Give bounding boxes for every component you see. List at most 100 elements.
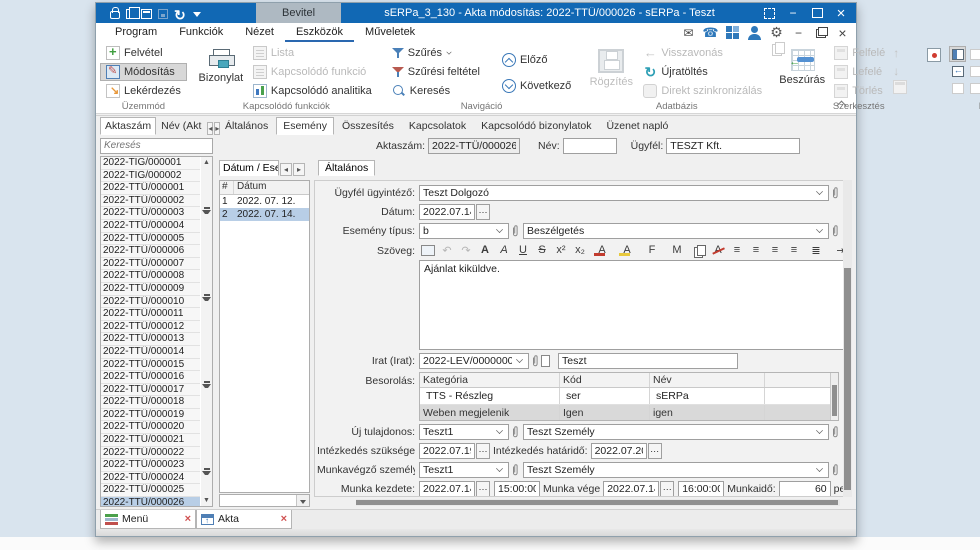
tiles-icon[interactable] <box>725 25 740 40</box>
akta-list-item[interactable]: 2022-TTÜ/000026 <box>101 497 200 506</box>
akta-list-item[interactable]: 2022-TTÜ/000002 <box>101 194 200 208</box>
menu-item[interactable]: Nézet <box>234 23 285 42</box>
scroll-marker-icon[interactable] <box>202 292 211 302</box>
aktaszam-field[interactable] <box>428 138 521 154</box>
tab-scroll-right-icon[interactable] <box>293 163 305 176</box>
editor-tool[interactable]: x₂ <box>571 242 589 258</box>
akta-list-item[interactable]: 2022-TTÜ/000003 <box>101 207 200 220</box>
akta-list-item[interactable]: 2022-TTÜ/000021 <box>101 434 200 447</box>
detail-vertical-scrollbar[interactable] <box>843 180 852 497</box>
document-view-toggle[interactable] <box>967 46 980 62</box>
akta-list-tab[interactable]: Név (Akt <box>156 117 206 135</box>
phone-icon[interactable] <box>703 26 718 40</box>
paperclip-icon[interactable] <box>531 354 539 368</box>
mode-tab[interactable]: Bevitel <box>256 3 342 23</box>
detail-tab[interactable]: Üzenet napló <box>599 117 675 135</box>
akta-list-tab[interactable]: Aktaszám <box>100 117 157 135</box>
intezkedes-datum-field[interactable] <box>420 445 474 457</box>
col-date-header[interactable]: Dátum <box>234 181 309 194</box>
munkaido-field[interactable] <box>779 483 830 495</box>
gear-icon[interactable] <box>769 26 784 40</box>
nev-field[interactable] <box>653 390 764 402</box>
document-minimize-icon[interactable] <box>791 26 806 40</box>
record-marker-icon[interactable] <box>927 48 942 62</box>
lekerdezes-button[interactable]: Lekérdezés <box>100 82 187 100</box>
akta-list-item[interactable]: 2022-TIG/000001 <box>101 157 200 170</box>
paperclip-icon[interactable] <box>831 186 839 200</box>
editor-tool[interactable]: A <box>709 242 727 258</box>
editor-tool[interactable]: ≡ <box>728 242 746 258</box>
uj-tulajdonos-nev-field[interactable] <box>524 426 815 438</box>
editor-tool[interactable] <box>690 242 708 258</box>
felfele-button[interactable]: Felfelé <box>828 44 891 62</box>
irat-field[interactable] <box>420 355 515 367</box>
qat-dropdown-icon[interactable] <box>193 7 201 20</box>
tab-scroll-left-icon[interactable] <box>280 163 292 176</box>
detail-tab[interactable]: Általános <box>218 117 275 135</box>
mail-icon[interactable] <box>681 26 696 40</box>
kod-header[interactable]: Kód <box>560 373 650 387</box>
rogzites-button[interactable]: Rögzítés <box>585 44 637 98</box>
akta-list-item[interactable]: 2022-TTÜ/000011 <box>101 308 200 321</box>
kapcsolodo-analitika-button[interactable]: Kapcsolódó analitika <box>247 82 378 100</box>
scroll-marker-icon[interactable] <box>202 466 211 476</box>
szoveg-textarea[interactable]: Ajánlat kiküldve. <box>419 260 851 350</box>
chevron-down-icon[interactable] <box>496 427 503 434</box>
kovetkezo-button[interactable]: Következő <box>496 77 577 95</box>
chevron-down-icon[interactable] <box>816 188 823 195</box>
menu-item[interactable]: Funkciók <box>168 23 234 42</box>
maximize-button[interactable] <box>806 4 828 22</box>
esemeny-detail-tab[interactable]: Általános <box>318 160 376 176</box>
irat-link-icon[interactable] <box>541 355 550 367</box>
felvetel-button[interactable]: Felvétel <box>100 44 187 62</box>
akta-list-item[interactable]: 2022-TTÜ/000006 <box>101 245 200 258</box>
col-num-header[interactable]: # <box>220 181 234 194</box>
akta-list-item[interactable]: 2022-TTÜ/000008 <box>101 270 200 283</box>
szuresi-feltetel-button[interactable]: Szűrési feltétel <box>386 63 486 81</box>
editor-tool[interactable]: ↶ <box>438 242 456 258</box>
detail-tab[interactable]: Kapcsolatok <box>402 117 473 135</box>
dropdown-icon[interactable] <box>296 495 309 506</box>
menu-item[interactable]: Program <box>104 23 168 42</box>
besorolas-row[interactable] <box>420 388 830 405</box>
close-tab-icon[interactable] <box>185 513 191 525</box>
editor-tool[interactable]: x² <box>552 242 570 258</box>
esemeny-tipus-nev-field[interactable] <box>524 225 815 237</box>
modositas-button[interactable]: Módosítás <box>100 63 187 81</box>
close-tab-icon[interactable] <box>281 513 287 525</box>
scroll-marker-icon[interactable] <box>202 379 211 389</box>
paperclip-icon[interactable] <box>831 463 839 477</box>
besorolas-scrollbar[interactable] <box>830 373 838 420</box>
chevron-down-icon[interactable] <box>496 465 503 472</box>
chevron-down-icon[interactable] <box>816 226 823 233</box>
scroll-down-icon[interactable] <box>201 495 212 506</box>
editor-tool[interactable]: ↷ <box>457 242 475 258</box>
detail-tab[interactable]: Összesítés <box>335 117 401 135</box>
search-input[interactable] <box>100 137 213 154</box>
munka-kezdete-ido-field[interactable] <box>495 483 539 495</box>
kategoria-field[interactable] <box>423 390 559 402</box>
paperclip-icon[interactable] <box>831 425 839 439</box>
nev-header[interactable]: Név <box>650 373 765 387</box>
date-picker-icon[interactable] <box>647 443 662 459</box>
editor-tool[interactable]: A <box>615 242 639 258</box>
detail-horizontal-scrollbar[interactable] <box>356 499 840 506</box>
date-picker-icon[interactable] <box>476 443 490 459</box>
intezkedes-hatarido-field[interactable] <box>591 445 646 457</box>
paperclip-icon[interactable] <box>511 425 519 439</box>
chevron-down-icon[interactable] <box>496 226 503 233</box>
editor-tool[interactable]: ≡ <box>766 242 784 258</box>
szures-button[interactable]: Szűrés <box>386 44 486 62</box>
nev-field[interactable] <box>562 138 617 154</box>
akta-list-item[interactable]: 2022-TTÜ/000012 <box>101 320 200 334</box>
akta-list-item[interactable]: 2022-TTÜ/000019 <box>101 408 200 422</box>
munka-kezdete-datum-field[interactable] <box>420 483 474 495</box>
date-picker-icon[interactable] <box>476 481 490 496</box>
ugyfel-field[interactable] <box>666 138 801 154</box>
paperclip-icon[interactable] <box>511 224 519 238</box>
copy-icon[interactable] <box>910 44 923 58</box>
editor-tool[interactable]: S <box>533 242 551 258</box>
munkavegzo-nev-field[interactable] <box>524 464 815 476</box>
chevron-down-icon[interactable] <box>816 427 823 434</box>
editor-tool[interactable]: M <box>665 242 689 258</box>
